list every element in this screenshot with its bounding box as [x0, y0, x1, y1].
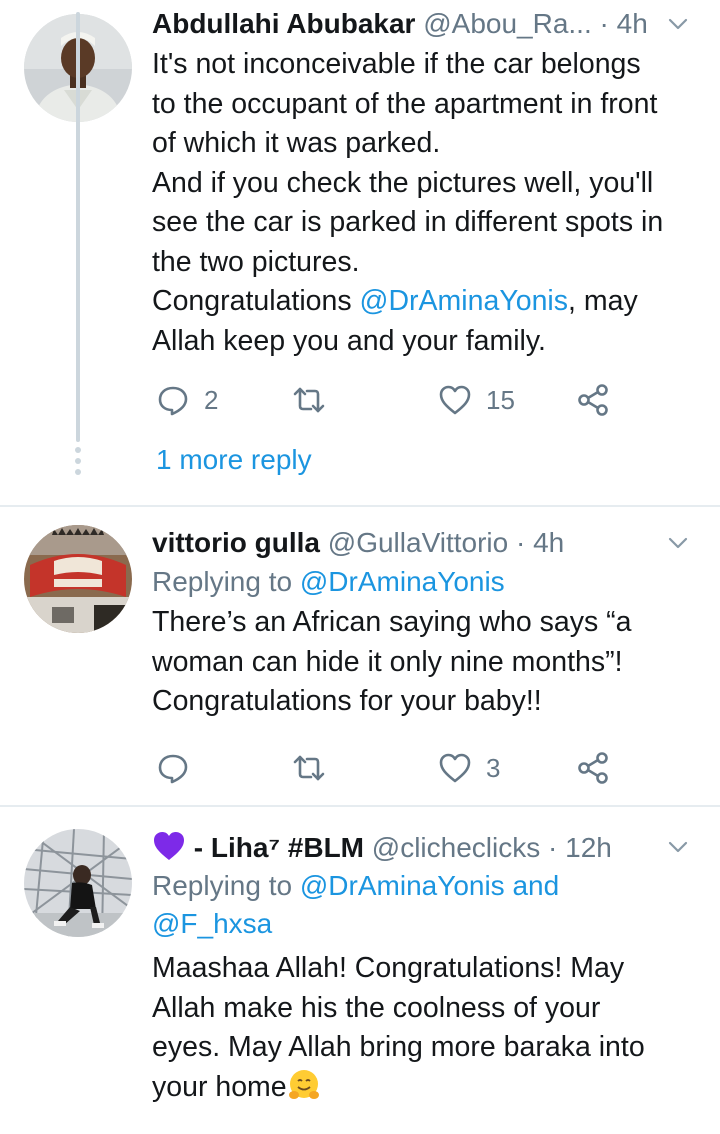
text-line: There’s an African saying who says “a	[152, 606, 632, 638]
thread-dots	[74, 447, 82, 480]
text-line: eyes. May Allah bring more baraka into	[152, 1031, 645, 1063]
mention-link[interactable]: @F_hxsa	[152, 908, 272, 939]
like-count: 3	[486, 752, 501, 783]
timestamp[interactable]: 12h	[565, 832, 612, 863]
tweet-abdullahi[interactable]: Abdullahi Abubakar @Abou_Ra... · 4h It's…	[0, 0, 720, 505]
share-button[interactable]	[576, 380, 610, 420]
text-line: Congratulations for your baby!!	[152, 685, 542, 717]
text-line: Congratulations @DrAminaYonis, may	[152, 282, 698, 322]
text-line: of which it was parked.	[152, 127, 441, 159]
tweet-vittorio[interactable]: vittorio gulla @GullaVittorio · 4h Reply…	[0, 507, 720, 805]
share-button[interactable]	[576, 748, 610, 788]
chevron-down-icon[interactable]	[666, 531, 690, 555]
tweet-header: vittorio gulla @GullaVittorio · 4h	[152, 525, 698, 561]
text-line: Allah keep you and your family.	[152, 324, 546, 357]
like-button[interactable]: 3	[438, 748, 500, 788]
hugging-face-emoji	[288, 1069, 319, 1099]
reply-icon	[158, 754, 188, 784]
replying-to: Replying to @DrAminaYonis and @F_hxsa	[152, 867, 698, 943]
share-icon	[578, 752, 608, 784]
tweet-actions: 3	[152, 748, 622, 788]
mention-link[interactable]: @DrAminaYonis	[360, 285, 568, 317]
replying-prefix: Replying to	[152, 870, 300, 901]
avatar-vittorio[interactable]	[24, 525, 132, 633]
chevron-down-icon[interactable]	[666, 835, 690, 859]
text-line: woman can hide it only nine months”!	[152, 645, 623, 678]
tweet-header: - Liha⁷ #BLM @clicheclicks · 12h	[152, 829, 698, 865]
like-icon	[439, 385, 471, 415]
tweet-liha[interactable]: - Liha⁷ #BLM @clicheclicks · 12h Replyin…	[0, 807, 720, 1134]
user-handle[interactable]: @Abou_Ra...	[423, 8, 592, 39]
avatar-liha[interactable]	[24, 829, 132, 937]
display-name[interactable]: Abdullahi Abubakar	[152, 8, 415, 39]
reply-icon	[158, 386, 188, 416]
text-segment: Congratulations	[152, 285, 360, 317]
user-handle[interactable]: @clicheclicks	[372, 832, 540, 863]
display-name[interactable]: - Liha⁷ #BLM	[186, 832, 364, 863]
reply-count: 2	[204, 384, 219, 415]
reply-button[interactable]: 2	[156, 380, 218, 420]
tweet-actions: 2 15	[152, 380, 622, 420]
retweet-icon	[293, 387, 325, 413]
timestamp[interactable]: 4h	[617, 8, 648, 39]
tweet-text: Maashaa Allah! Congratulations! May Alla…	[152, 949, 698, 1107]
separator-dot: ·	[599, 8, 609, 39]
display-name[interactable]: vittorio gulla	[152, 527, 320, 558]
retweet-button[interactable]	[292, 748, 326, 788]
like-icon	[439, 753, 471, 783]
text-line: And if you check the pictures well, you'…	[152, 166, 654, 199]
like-button[interactable]: 15	[438, 380, 515, 420]
share-icon	[578, 384, 608, 416]
replying-to: Replying to @DrAminaYonis	[152, 563, 698, 601]
tweet-text: There’s an African saying who says “a wo…	[152, 603, 698, 722]
text-line: Maashaa Allah! Congratulations! May	[152, 952, 625, 984]
more-replies-link[interactable]: 1 more reply	[156, 444, 312, 476]
replying-and: and	[504, 870, 560, 901]
thread-line	[76, 12, 80, 442]
chevron-down-icon[interactable]	[666, 12, 690, 36]
purple-heart-emoji	[154, 832, 184, 860]
text-line: to the occupant of the apartment in fron…	[152, 87, 658, 120]
retweet-icon	[293, 755, 325, 781]
reply-button[interactable]	[156, 748, 190, 788]
user-handle[interactable]: @GullaVittorio	[328, 527, 508, 558]
text-segment: your home	[152, 1070, 287, 1103]
retweet-button[interactable]	[292, 380, 326, 420]
mention-link[interactable]: @DrAminaYonis	[300, 566, 505, 597]
tweet-text: It's not inconceivable if the car belong…	[152, 45, 698, 361]
separator-dot: ·	[516, 527, 526, 558]
tweet-header: Abdullahi Abubakar @Abou_Ra... · 4h	[152, 6, 698, 42]
mention-link[interactable]: @DrAminaYonis	[300, 870, 505, 901]
like-count: 15	[486, 384, 515, 415]
text-segment: , may	[568, 285, 638, 317]
replying-prefix: Replying to	[152, 566, 300, 597]
text-line: your home	[152, 1068, 698, 1108]
separator-dot: ·	[548, 832, 558, 863]
text-line: It's not inconceivable if the car belong…	[152, 48, 641, 80]
text-line: Allah make his the coolness of your	[152, 991, 601, 1024]
text-line: the two pictures.	[152, 245, 360, 278]
text-line: see the car is parked in different spots…	[152, 206, 664, 238]
timestamp[interactable]: 4h	[533, 527, 564, 558]
